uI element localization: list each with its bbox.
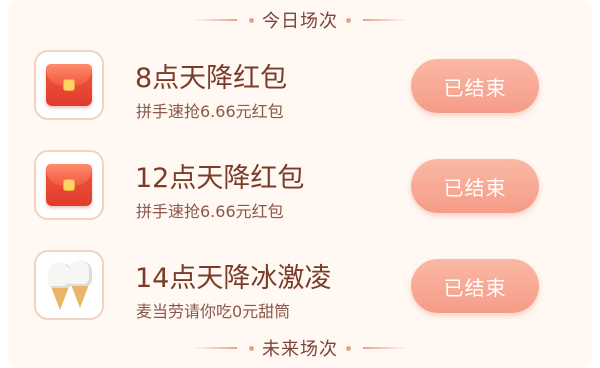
session-title: 12点天降红包 <box>135 163 305 194</box>
ended-button[interactable]: 已结束 <box>411 159 539 213</box>
divider-left <box>193 347 237 349</box>
divider-right <box>363 347 407 349</box>
session-subtitle: 拼手速抢6.66元红包 <box>136 202 284 221</box>
red-envelope-icon <box>34 50 104 120</box>
ended-button[interactable]: 已结束 <box>411 259 539 313</box>
session-row: 12点天降红包 拼手速抢6.66元红包 已结束 <box>0 140 600 230</box>
future-header-label: 未来场次 <box>262 339 338 360</box>
divider-dot <box>346 345 351 351</box>
divider-dot <box>249 345 254 351</box>
divider-dot <box>249 17 254 23</box>
session-title: 14点天降冰激凌 <box>135 263 332 294</box>
session-row: 8点天降红包 拼手速抢6.66元红包 已结束 <box>0 40 600 130</box>
session-row: 14点天降冰激凌 麦当劳请你吃0元甜筒 已结束 <box>0 240 600 330</box>
future-section-header: 未来场次 <box>0 333 600 363</box>
divider-dot <box>346 17 351 23</box>
session-subtitle: 拼手速抢6.66元红包 <box>136 102 284 121</box>
session-title: 8点天降红包 <box>135 63 288 94</box>
divider-left <box>193 19 237 21</box>
today-section-header: 今日场次 <box>0 5 600 35</box>
ended-button[interactable]: 已结束 <box>411 59 539 113</box>
ice-cream-icon <box>34 250 104 320</box>
divider-right <box>363 19 407 21</box>
red-envelope-icon <box>34 150 104 220</box>
session-subtitle: 麦当劳请你吃0元甜筒 <box>136 302 291 321</box>
today-header-label: 今日场次 <box>262 11 338 32</box>
